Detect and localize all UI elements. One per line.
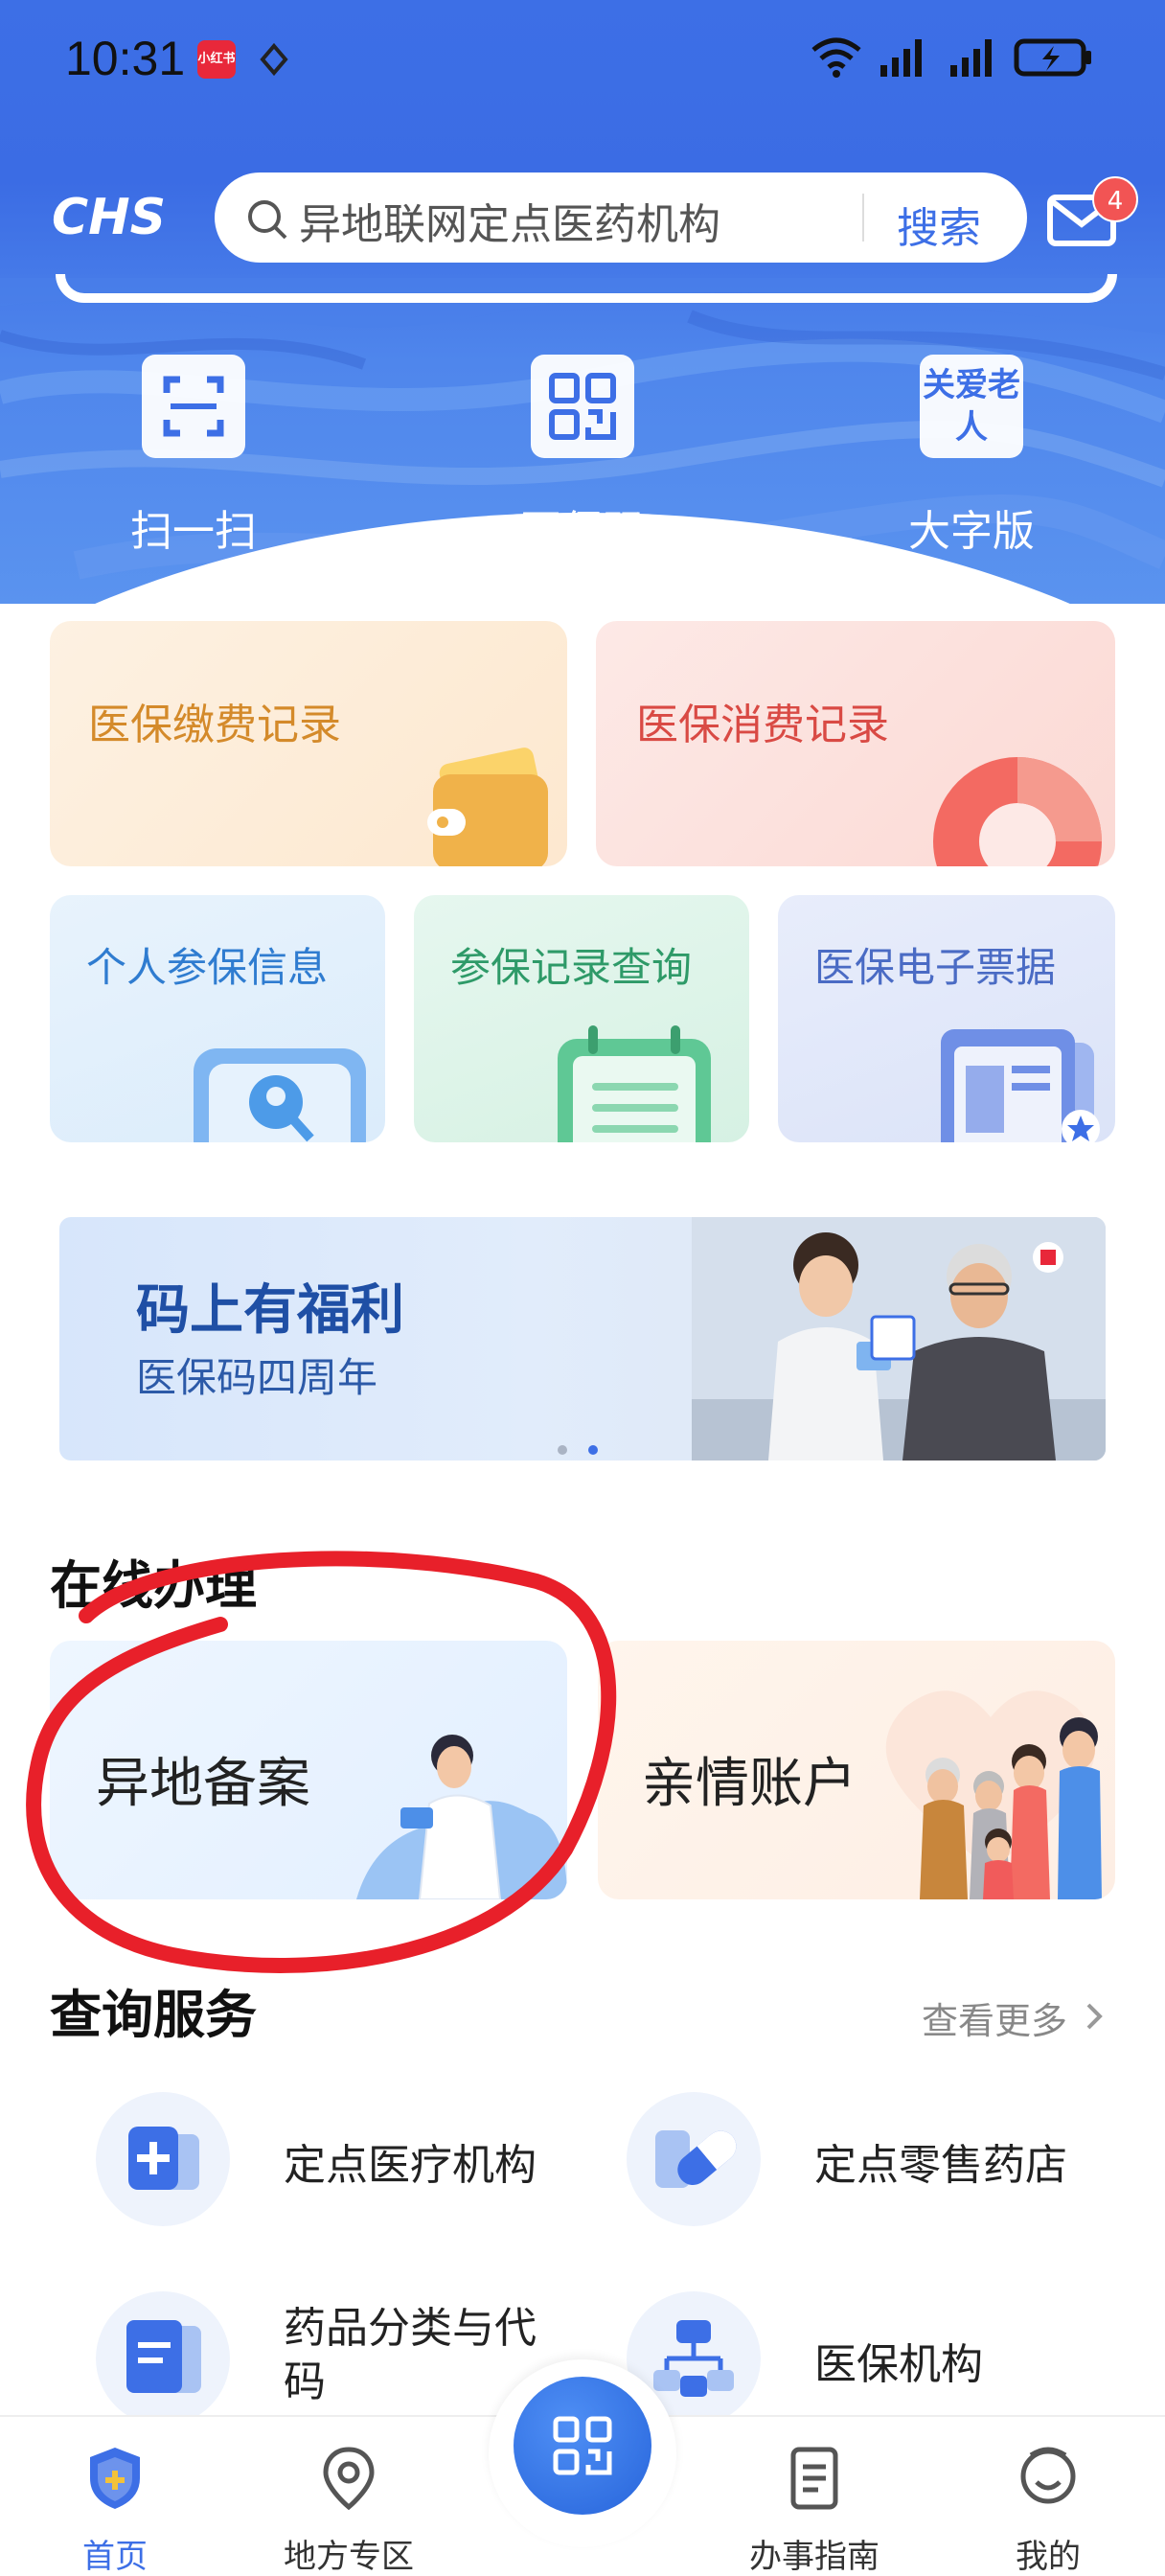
document-icon: [96, 2291, 230, 2426]
family-account-card[interactable]: 亲情账户: [598, 1641, 1115, 1899]
service-label: 定点医疗机构: [284, 2141, 537, 2190]
svg-text:CHS: CHS: [52, 189, 166, 243]
receipt-icon: [941, 1029, 1100, 1142]
guide-icon: [790, 2447, 838, 2510]
home-shield-icon: [90, 2448, 140, 2509]
search-input[interactable]: 异地联网定点医药机构: [299, 190, 720, 251]
consumption-record-card[interactable]: 医保消费记录: [596, 621, 1115, 866]
wallet-icon: [427, 748, 548, 866]
tab-profile[interactable]: 我的: [952, 2417, 1144, 2576]
mail-badge: 4: [1092, 176, 1138, 222]
tab-label: 我的: [1016, 2538, 1081, 2576]
banner-title: 码上有福利: [136, 1279, 404, 1342]
elder-care-icon: 关爱老人: [920, 355, 1023, 458]
tab-label: 办事指南: [749, 2538, 879, 2576]
search-divider: [862, 194, 864, 242]
service-insurance-office[interactable]: 医保机构: [588, 2287, 1106, 2430]
center-qr-button[interactable]: [514, 2377, 651, 2515]
status-bar: 10:31 小红书: [0, 0, 1165, 115]
quick-action-qr[interactable]: 医保码: [477, 355, 688, 565]
service-label: 定点零售药店: [814, 2141, 1067, 2190]
notification-app-icon: 小红书: [197, 40, 236, 79]
chevron-right-icon[interactable]: [1081, 1999, 1108, 2034]
section-title-query: 查询服务: [50, 1985, 257, 2045]
card-title: 参保记录查询: [450, 944, 693, 991]
card-title: 医保电子票据: [814, 944, 1057, 991]
carousel-dot[interactable]: [558, 1445, 567, 1455]
tab-guide[interactable]: 办事指南: [719, 2417, 910, 2576]
banner-subtitle: 医保码四周年: [136, 1354, 378, 1401]
card-title: 医保缴费记录: [88, 701, 341, 749]
pill-icon: [627, 2092, 761, 2226]
profile-search-icon: [194, 1048, 366, 1142]
quick-action-label: 扫一扫: [130, 507, 257, 556]
search-dropdown-edge: [56, 274, 1117, 303]
pie-chart-icon: [933, 757, 1102, 866]
service-hospital[interactable]: 定点医疗机构: [57, 2087, 575, 2231]
location-icon: [323, 2447, 375, 2511]
status-time: 10:31: [65, 32, 186, 85]
e-bill-card[interactable]: 医保电子票据: [778, 895, 1115, 1142]
calendar-icon: [558, 1025, 711, 1142]
tab-label: 地方专区: [284, 2538, 414, 2576]
search-bar[interactable]: 异地联网定点医药机构 搜索: [215, 172, 1027, 263]
wifi-icon: [811, 37, 861, 78]
personal-info-card[interactable]: 个人参保信息: [50, 895, 385, 1142]
family-image: [885, 1690, 1102, 1899]
scan-icon: [142, 355, 245, 458]
quick-action-scan[interactable]: 扫一扫: [88, 355, 299, 565]
card-title: 医保消费记录: [636, 701, 889, 749]
chs-logo: CHS: [52, 189, 166, 243]
qr-code-icon: [531, 355, 634, 458]
service-drug-catalog[interactable]: 药品分类与代码: [57, 2287, 575, 2430]
card-title: 亲情账户: [642, 1753, 857, 1815]
promo-banner[interactable]: 码上有福利 医保码四周年: [59, 1217, 1106, 1460]
payment-record-card[interactable]: 医保缴费记录: [50, 621, 567, 866]
tab-label: 首页: [82, 2538, 148, 2576]
signal-icon: [950, 39, 992, 77]
remote-filing-card[interactable]: 异地备案: [50, 1641, 567, 1899]
search-button[interactable]: 搜索: [897, 194, 981, 255]
card-title: 异地备案: [96, 1753, 310, 1815]
view-more-link[interactable]: 查看更多: [922, 1991, 1067, 2044]
carousel-dot-active[interactable]: [588, 1445, 598, 1455]
person-with-phone-image: [356, 1735, 567, 1899]
quick-action-label: 大字版: [908, 507, 1035, 556]
battery-icon: [1014, 38, 1091, 77]
service-label: 医保机构: [814, 2340, 983, 2389]
tab-home[interactable]: 首页: [19, 2417, 211, 2576]
service-pharmacy[interactable]: 定点零售药店: [588, 2087, 1106, 2231]
banner-people-image: [692, 1217, 1106, 1460]
qr-code-icon: [553, 2416, 612, 2475]
signal-icon: [880, 39, 922, 77]
insurance-record-card[interactable]: 参保记录查询: [414, 895, 749, 1142]
search-icon: [248, 200, 287, 240]
profile-icon: [1020, 2447, 1076, 2504]
quick-action-large-font[interactable]: 关爱老人 大字版: [866, 355, 1077, 565]
location-status-icon: [260, 42, 288, 77]
quick-action-label: 医保码: [519, 507, 646, 556]
card-title: 个人参保信息: [86, 944, 329, 991]
tab-local[interactable]: 地方专区: [253, 2417, 445, 2576]
hospital-icon: [96, 2092, 230, 2226]
section-title-online: 在线办理: [50, 1555, 257, 1616]
elder-care-icon-text: 关爱老人: [923, 366, 1020, 447]
